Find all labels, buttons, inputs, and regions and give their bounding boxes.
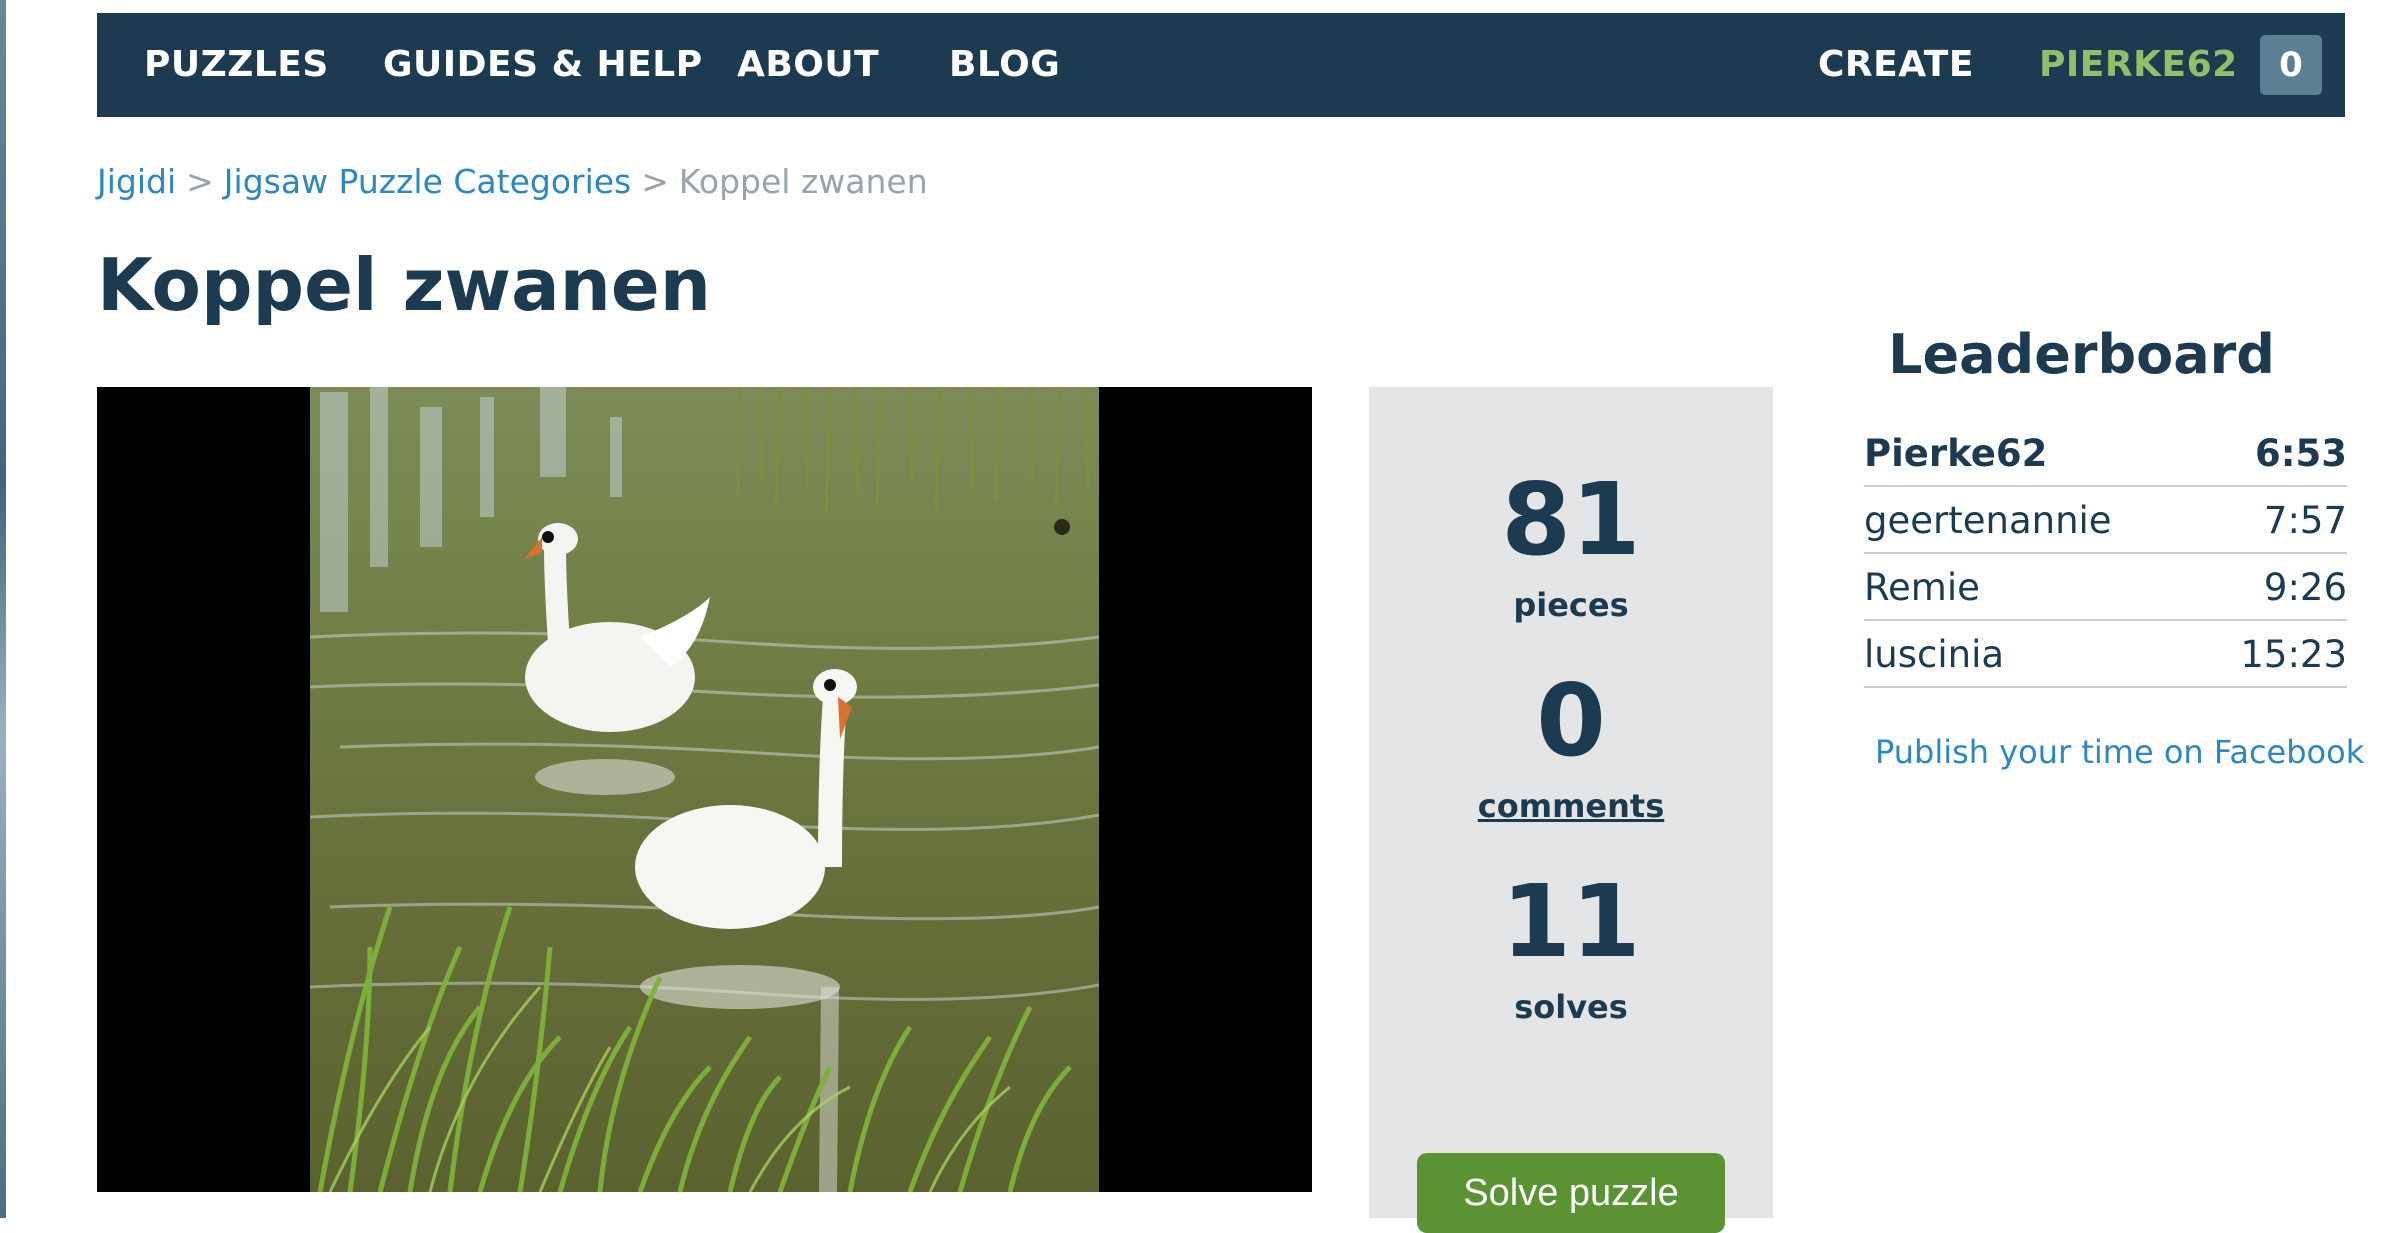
leaderboard-time: 7:57 [2263,499,2347,542]
pieces-count: 81 [1501,461,1641,578]
leaderboard-row: Remie 9:26 [1864,554,2347,621]
page-title: Koppel zwanen [97,243,712,327]
solve-puzzle-button[interactable]: Solve puzzle [1417,1153,1725,1233]
leaderboard-time: 15:23 [2240,633,2347,676]
pieces-label: pieces [1513,586,1629,624]
nav-guides-help[interactable]: GUIDES & HELP [383,13,703,117]
breadcrumb-current: Koppel zwanen [678,162,928,201]
leaderboard-time: 6:53 [2254,432,2347,475]
publish-facebook-link[interactable]: Publish your time on Facebook [1875,732,2364,772]
breadcrumb-separator: > [641,162,669,201]
leaderboard-row: geertenannie 7:57 [1864,487,2347,554]
comments-link[interactable]: comments [1369,786,1773,826]
nav-about[interactable]: ABOUT [737,13,879,117]
leaderboard-player[interactable]: Remie [1864,564,1980,612]
puzzle-stats-panel: 81 pieces 0 comments 11 solves Solve puz… [1369,387,1773,1233]
puzzle-image [310,387,1099,1192]
breadcrumb-categories[interactable]: Jigsaw Puzzle Categories [224,162,631,201]
leaderboard-list: Pierke62 6:53 geertenannie 7:57 Remie 9:… [1864,420,2347,688]
leaderboard-time: 9:26 [2263,566,2347,609]
puzzle-preview[interactable] [97,387,1312,1192]
solves-count: 11 [1501,863,1641,980]
breadcrumb: Jigidi > Jigsaw Puzzle Categories > Koppel z… [97,160,928,204]
solves-label: solves [1514,988,1628,1026]
nav-user-profile[interactable]: PIERKE62 [2039,13,2238,117]
leaderboard-row: Pierke62 6:53 [1864,420,2347,487]
leaderboard-player[interactable]: geertenannie [1864,497,2112,545]
notification-badge[interactable]: 0 [2260,35,2322,95]
breadcrumb-separator: > [186,162,214,201]
leaderboard-player[interactable]: Pierke62 [1864,430,2047,478]
nav-puzzles[interactable]: PUZZLES [144,13,329,117]
nav-create[interactable]: CREATE [1818,13,1974,117]
nav-blog[interactable]: BLOG [949,13,1060,117]
leaderboard-row: luscinia 15:23 [1864,621,2347,688]
comments-count: 0 [1536,662,1606,779]
leaderboard-player[interactable]: luscinia [1864,631,2004,679]
leaderboard-title: Leaderboard [1888,323,2275,386]
breadcrumb-jigidi[interactable]: Jigidi [97,162,176,201]
window-edge [0,0,6,1218]
top-navigation: PUZZLES GUIDES & HELP ABOUT BLOG CREATE … [97,13,2345,117]
